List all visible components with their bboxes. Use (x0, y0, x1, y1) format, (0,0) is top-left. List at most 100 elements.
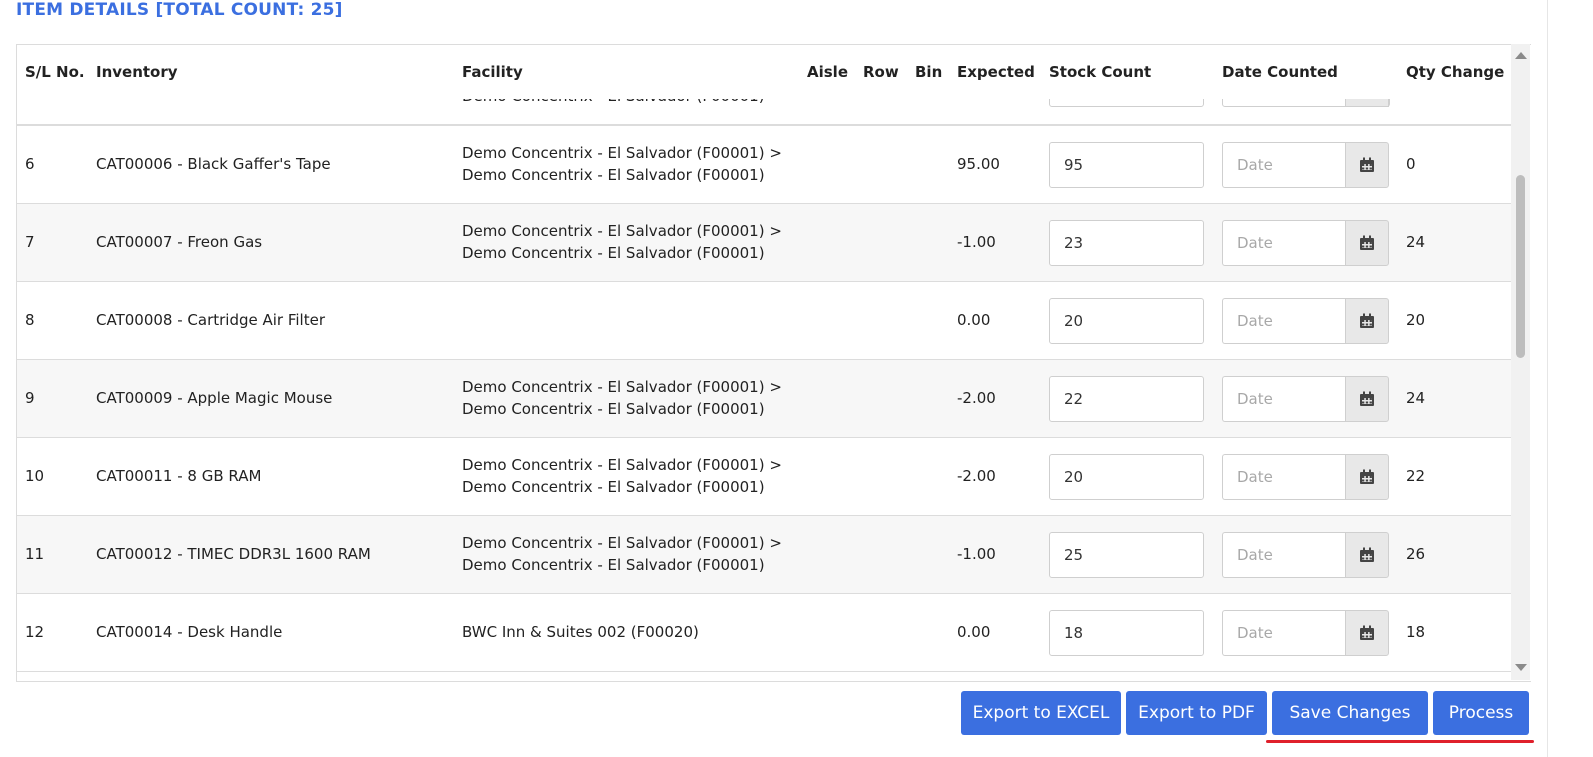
table-row: 11 CAT00012 - TIMEC DDR3L 1600 RAM Demo … (17, 515, 1511, 593)
inventory-cell: CAT00011 - 8 GB RAM (96, 467, 262, 485)
export-excel-button[interactable]: Export to EXCEL (961, 691, 1121, 735)
stock-count-input[interactable]: 22 (1049, 376, 1204, 422)
facility-line-2: Demo Concentrix - El Salvador (F00001) (462, 556, 765, 574)
calendar-icon (1360, 157, 1374, 172)
table-row-cutoff (17, 671, 1511, 681)
table-scrollbar[interactable] (1511, 44, 1530, 680)
facility-line-2: Demo Concentrix - El Salvador (F00001) (462, 400, 765, 418)
calendar-button[interactable] (1345, 298, 1389, 344)
sl-no-cell: 9 (25, 389, 35, 407)
expected-cell: 95.00 (957, 155, 1000, 173)
qty-change-cell: 24 (1406, 389, 1426, 407)
date-counted-input[interactable]: Date (1222, 376, 1346, 422)
facility-line-2: Demo Concentrix - El Salvador (F00001) (462, 166, 765, 184)
calendar-button[interactable] (1345, 376, 1389, 422)
date-counted-input[interactable]: Date (1222, 532, 1346, 578)
stock-count-input[interactable]: 25 (1049, 532, 1204, 578)
process-button[interactable]: Process (1433, 691, 1529, 735)
section-title: ITEM DETAILS [TOTAL COUNT: 25] (16, 0, 343, 20)
inventory-cell: CAT00007 - Freon Gas (96, 233, 263, 251)
sl-no-cell: 12 (25, 623, 45, 641)
col-bin[interactable]: Bin (915, 63, 942, 81)
qty-change-cell: 24 (1406, 233, 1426, 251)
expected-cell: -1.00 (957, 233, 996, 251)
facility-line-2: Demo Concentrix - El Salvador (F00001) (462, 478, 765, 496)
calendar-button[interactable] (1345, 454, 1389, 500)
col-inventory[interactable]: Inventory (96, 63, 178, 81)
facility-cell: Demo Concentrix - El Salvador (F00001) >… (462, 454, 782, 498)
sl-no-cell: 11 (25, 545, 45, 563)
calendar-icon (1360, 469, 1374, 484)
highlight-underline (1266, 740, 1534, 743)
col-date-counted[interactable]: Date Counted (1222, 63, 1338, 81)
date-counted-input[interactable]: Date (1222, 454, 1346, 500)
facility-line-1: Demo Concentrix - El Salvador (F00001) > (462, 222, 782, 240)
inventory-cell: CAT00009 - Apple Magic Mouse (96, 389, 333, 407)
date-counted-input[interactable]: Date (1222, 298, 1346, 344)
sl-no-cell: 8 (25, 311, 35, 329)
save-changes-button[interactable]: Save Changes (1272, 691, 1428, 735)
date-counted-input[interactable]: Date (1222, 220, 1346, 266)
col-row[interactable]: Row (863, 63, 899, 81)
expected-cell: 0.00 (957, 311, 991, 329)
facility-line-1: Demo Concentrix - El Salvador (F00001) > (462, 534, 782, 552)
facility-cell: Demo Concentrix - El Salvador (F00001) >… (462, 376, 782, 420)
table-row: 6 CAT00006 - Black Gaffer's Tape Demo Co… (17, 125, 1511, 203)
qty-change-cell: 18 (1406, 623, 1426, 641)
page-divider (1547, 0, 1548, 757)
col-aisle[interactable]: Aisle (807, 63, 848, 81)
facility-line-1: Demo Concentrix - El Salvador (F00001) > (462, 378, 782, 396)
calendar-button[interactable] (1345, 532, 1389, 578)
table-row: 8 CAT00008 - Cartridge Air Filter 0.00 2… (17, 281, 1511, 359)
sl-no-cell: 7 (25, 233, 35, 251)
calendar-icon (1360, 313, 1374, 328)
calendar-icon (1360, 391, 1374, 406)
facility-line-2: Demo Concentrix - El Salvador (F00001) (462, 244, 765, 262)
date-counted-input[interactable]: Date (1222, 142, 1346, 188)
date-counted-input[interactable]: Date (1222, 610, 1346, 656)
table-row: 9 CAT00009 - Apple Magic Mouse Demo Conc… (17, 359, 1511, 437)
qty-change-cell: 26 (1406, 545, 1426, 563)
col-stock-count[interactable]: Stock Count (1049, 63, 1151, 81)
stock-count-input[interactable]: 95 (1049, 142, 1204, 188)
facility-cell: Demo Concentrix - El Salvador (F00001) >… (462, 220, 782, 264)
col-sl-no[interactable]: S/L No. (25, 63, 85, 81)
facility-line-1: Demo Concentrix - El Salvador (F00001) > (462, 144, 782, 162)
export-pdf-button[interactable]: Export to PDF (1126, 691, 1267, 735)
expected-cell: -2.00 (957, 467, 996, 485)
calendar-button[interactable] (1345, 142, 1389, 188)
col-qty-change[interactable]: Qty Change (1406, 63, 1504, 81)
inventory-cell: CAT00006 - Black Gaffer's Tape (96, 155, 331, 173)
table-row: 10 CAT00011 - 8 GB RAM Demo Concentrix -… (17, 437, 1511, 515)
stock-count-input[interactable]: 20 (1049, 454, 1204, 500)
scrollbar-thumb[interactable] (1516, 175, 1525, 358)
facility-cell: Demo Concentrix - El Salvador (F00001) >… (462, 532, 782, 576)
facility-cell: Demo Concentrix - El Salvador (F00001) >… (462, 142, 782, 186)
inventory-cell: CAT00008 - Cartridge Air Filter (96, 311, 325, 329)
item-details-table: S/L No. Inventory Facility Aisle Row Bin… (16, 44, 1531, 682)
calendar-icon (1360, 235, 1374, 250)
col-expected[interactable]: Expected (957, 63, 1035, 81)
table-row: 7 CAT00007 - Freon Gas Demo Concentrix -… (17, 203, 1511, 281)
col-facility[interactable]: Facility (462, 63, 523, 81)
calendar-button[interactable] (1345, 220, 1389, 266)
sl-no-cell: 6 (25, 155, 35, 173)
qty-change-cell: 20 (1406, 311, 1426, 329)
qty-change-cell: 22 (1406, 467, 1426, 485)
inventory-cell: CAT00014 - Desk Handle (96, 623, 283, 641)
table-header: S/L No. Inventory Facility Aisle Row Bin… (17, 45, 1511, 99)
stock-count-input[interactable]: 23 (1049, 220, 1204, 266)
expected-cell: 0.00 (957, 623, 991, 641)
stock-count-input[interactable]: 20 (1049, 298, 1204, 344)
expected-cell: -2.00 (957, 389, 996, 407)
scroll-up-arrow-icon[interactable] (1515, 52, 1527, 59)
sl-no-cell: 10 (25, 467, 45, 485)
scroll-down-arrow-icon[interactable] (1515, 664, 1527, 671)
facility-line-1: Demo Concentrix - El Salvador (F00001) > (462, 456, 782, 474)
qty-change-cell: 0 (1406, 155, 1416, 173)
stock-count-input[interactable]: 18 (1049, 610, 1204, 656)
inventory-cell: CAT00012 - TIMEC DDR3L 1600 RAM (96, 545, 371, 563)
expected-cell: -1.00 (957, 545, 996, 563)
calendar-button[interactable] (1345, 610, 1389, 656)
calendar-icon (1360, 547, 1374, 562)
